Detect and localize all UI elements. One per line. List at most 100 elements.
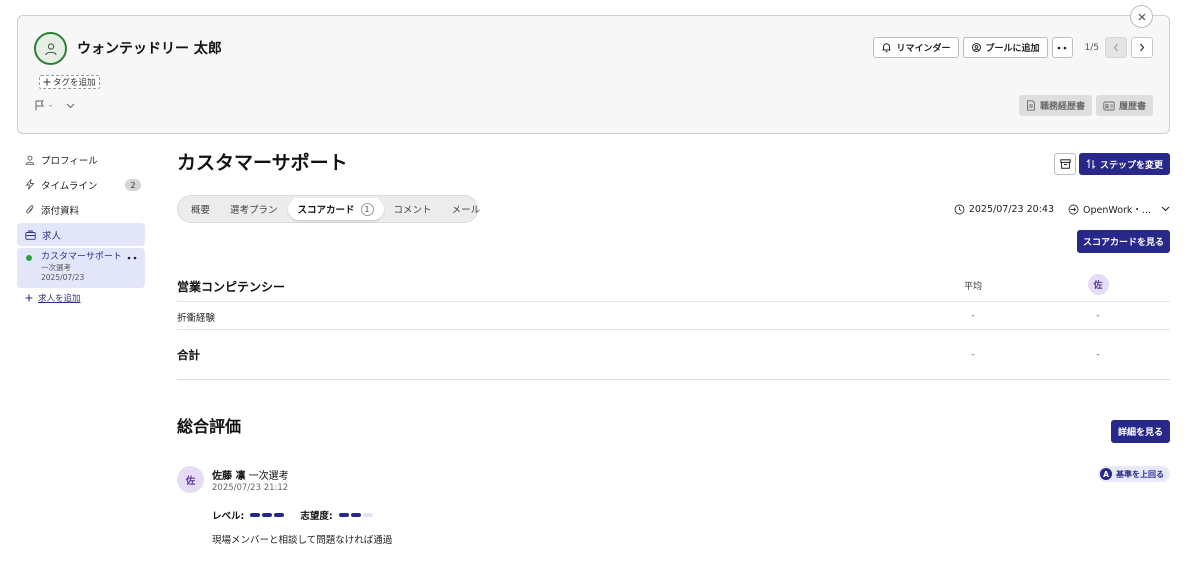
reviewer-avatar[interactable]: 佐 xyxy=(1087,274,1109,295)
scorecard-table: 営業コンピテンシー 平均 佐 折衝経験 - - 合計 - - xyxy=(177,270,1170,380)
sidebar-item-label: タイムライン xyxy=(41,180,98,192)
section-title: 営業コンピテンシー xyxy=(177,280,286,294)
sidebar-item-label: 添付資料 xyxy=(41,205,80,217)
close-button[interactable] xyxy=(1130,5,1153,28)
pager-count: 1/5 xyxy=(1084,42,1099,53)
tab-label: スコアカード xyxy=(297,205,355,216)
timeline-count-badge: 2 xyxy=(125,179,141,191)
chevron-down-icon xyxy=(66,103,75,108)
table-row: 折衝経験 - - xyxy=(177,302,1170,330)
candidate-avatar xyxy=(34,32,67,65)
work-history-button[interactable]: 職務経歴書 xyxy=(1018,95,1092,116)
tab-scorecard[interactable]: スコアカード 1 xyxy=(287,198,384,220)
rating-letter: A xyxy=(1100,468,1112,480)
prev-candidate-button[interactable] xyxy=(1105,37,1127,58)
change-step-label: ステップを変更 xyxy=(1099,160,1163,171)
add-tag-button[interactable]: タグを追加 xyxy=(39,75,100,89)
add-to-pool-button[interactable]: プールに追加 xyxy=(962,37,1048,58)
criterion-label: 折衝経験 xyxy=(177,313,216,324)
next-candidate-button[interactable] xyxy=(1131,37,1153,58)
swap-arrows-icon xyxy=(1086,159,1096,169)
candidate-header: ウォンテッドリー 太郎 タグを追加 - リマインダー プールに追加 1/5 職務… xyxy=(17,15,1170,134)
sidebar-item-jobs[interactable]: 求人 xyxy=(17,223,145,246)
application-source: OpenWork・... xyxy=(1083,205,1151,216)
change-step-button[interactable]: ステップを変更 xyxy=(1079,153,1170,175)
reminder-label: リマインダー xyxy=(896,44,951,54)
add-job-label: 求人を追加 xyxy=(38,294,81,304)
person-icon xyxy=(44,42,57,55)
sidebar-item-label: 求人 xyxy=(42,230,62,242)
tab-label: 選考プラン xyxy=(230,205,278,216)
chevron-down-icon xyxy=(1161,206,1170,212)
sidebar-item-timeline[interactable]: タイムライン 2 xyxy=(17,173,145,196)
tab-count-badge: 1 xyxy=(360,202,374,216)
sidebar-item-attachments[interactable]: 添付資料 xyxy=(17,198,145,221)
add-job-link[interactable]: 求人を追加 xyxy=(17,292,145,304)
plus-icon xyxy=(43,78,51,86)
status-dot xyxy=(26,255,32,261)
view-scorecard-button[interactable]: スコアカードを見る xyxy=(1077,230,1170,253)
total-label: 合計 xyxy=(177,348,200,362)
level-segment xyxy=(274,513,285,517)
resume-label: 履歴書 xyxy=(1118,102,1146,112)
review-stage: 一次選考 xyxy=(248,471,289,482)
sidebar: プロフィール タイムライン 2 添付資料 求人 カスタマーサポート 一次選考 2… xyxy=(17,148,145,304)
motivation-meter xyxy=(338,513,373,517)
motivation-segment xyxy=(362,513,373,517)
close-icon xyxy=(1138,13,1145,20)
source-dropdown[interactable] xyxy=(1161,206,1170,212)
sidebar-item-label: プロフィール xyxy=(41,155,98,167)
review-levels: レベル: 志望度: xyxy=(212,508,383,522)
review-datetime: 2025/07/23 21:12 xyxy=(212,483,289,493)
applied-datetime: 2025/07/23 20:43 xyxy=(968,203,1054,215)
document-actions: 職務経歴書 履歴書 xyxy=(1018,95,1153,116)
more-icon xyxy=(127,256,137,260)
briefcase-icon xyxy=(25,230,36,240)
chevron-right-icon xyxy=(1140,43,1145,52)
sidebar-item-profile[interactable]: プロフィール xyxy=(17,148,145,171)
flag-icon xyxy=(35,100,44,111)
plus-icon xyxy=(25,294,33,302)
bolt-icon xyxy=(25,179,35,190)
rating-label: 基準を上回る xyxy=(1116,469,1164,479)
view-details-button[interactable]: 詳細を見る xyxy=(1111,420,1170,443)
sidebar-job-item[interactable]: カスタマーサポート 一次選考 2025/07/23 xyxy=(17,248,145,288)
overall-evaluation-title: 総合評価 xyxy=(177,417,242,436)
paperclip-icon xyxy=(26,205,34,214)
application-meta: 2025/07/23 20:43 OpenWork・... xyxy=(954,202,1170,216)
tab-label: メール xyxy=(451,205,481,216)
candidate-name: ウォンテッドリー 太郎 xyxy=(77,41,222,57)
rating-badge: A 基準を上回る xyxy=(1098,466,1170,482)
document-icon xyxy=(1027,100,1035,111)
job-date: 2025/07/23 xyxy=(41,273,85,282)
source-icon xyxy=(1068,204,1079,214)
tab-mail[interactable]: メール xyxy=(442,198,491,220)
flag-selector[interactable]: - xyxy=(34,100,75,111)
view-scorecard-label: スコアカードを見る xyxy=(1082,238,1164,248)
reviewer-line: 佐藤 凛 一次選考 xyxy=(212,467,289,482)
motivation-segment xyxy=(338,513,349,517)
page-title: カスタマーサポート xyxy=(177,152,348,174)
motivation-label: 志望度: xyxy=(300,511,333,522)
more-icon xyxy=(1057,46,1067,49)
header-actions: リマインダー プールに追加 1/5 xyxy=(873,37,1153,58)
job-more-button[interactable] xyxy=(125,252,139,264)
level-label: レベル: xyxy=(212,511,245,522)
level-segment xyxy=(250,513,261,517)
reminder-button[interactable]: リマインダー xyxy=(873,37,959,58)
tab-bar: 概要 選考プラン スコアカード 1 コメント メール xyxy=(177,195,480,223)
tab-selection-plan[interactable]: 選考プラン xyxy=(220,198,288,220)
tab-label: 概要 xyxy=(191,205,211,216)
person-icon xyxy=(25,155,35,165)
work-history-label: 職務経歴書 xyxy=(1039,102,1085,112)
pool-icon xyxy=(971,43,981,52)
level-meter xyxy=(250,513,285,517)
tab-comments[interactable]: コメント xyxy=(384,198,442,220)
id-card-icon xyxy=(1103,101,1115,110)
archive-button[interactable] xyxy=(1054,153,1076,175)
resume-button[interactable]: 履歴書 xyxy=(1095,95,1153,116)
tab-overview[interactable]: 概要 xyxy=(181,198,220,220)
clock-icon xyxy=(954,204,965,214)
more-button[interactable] xyxy=(1051,37,1073,58)
chevron-left-icon xyxy=(1113,43,1118,52)
